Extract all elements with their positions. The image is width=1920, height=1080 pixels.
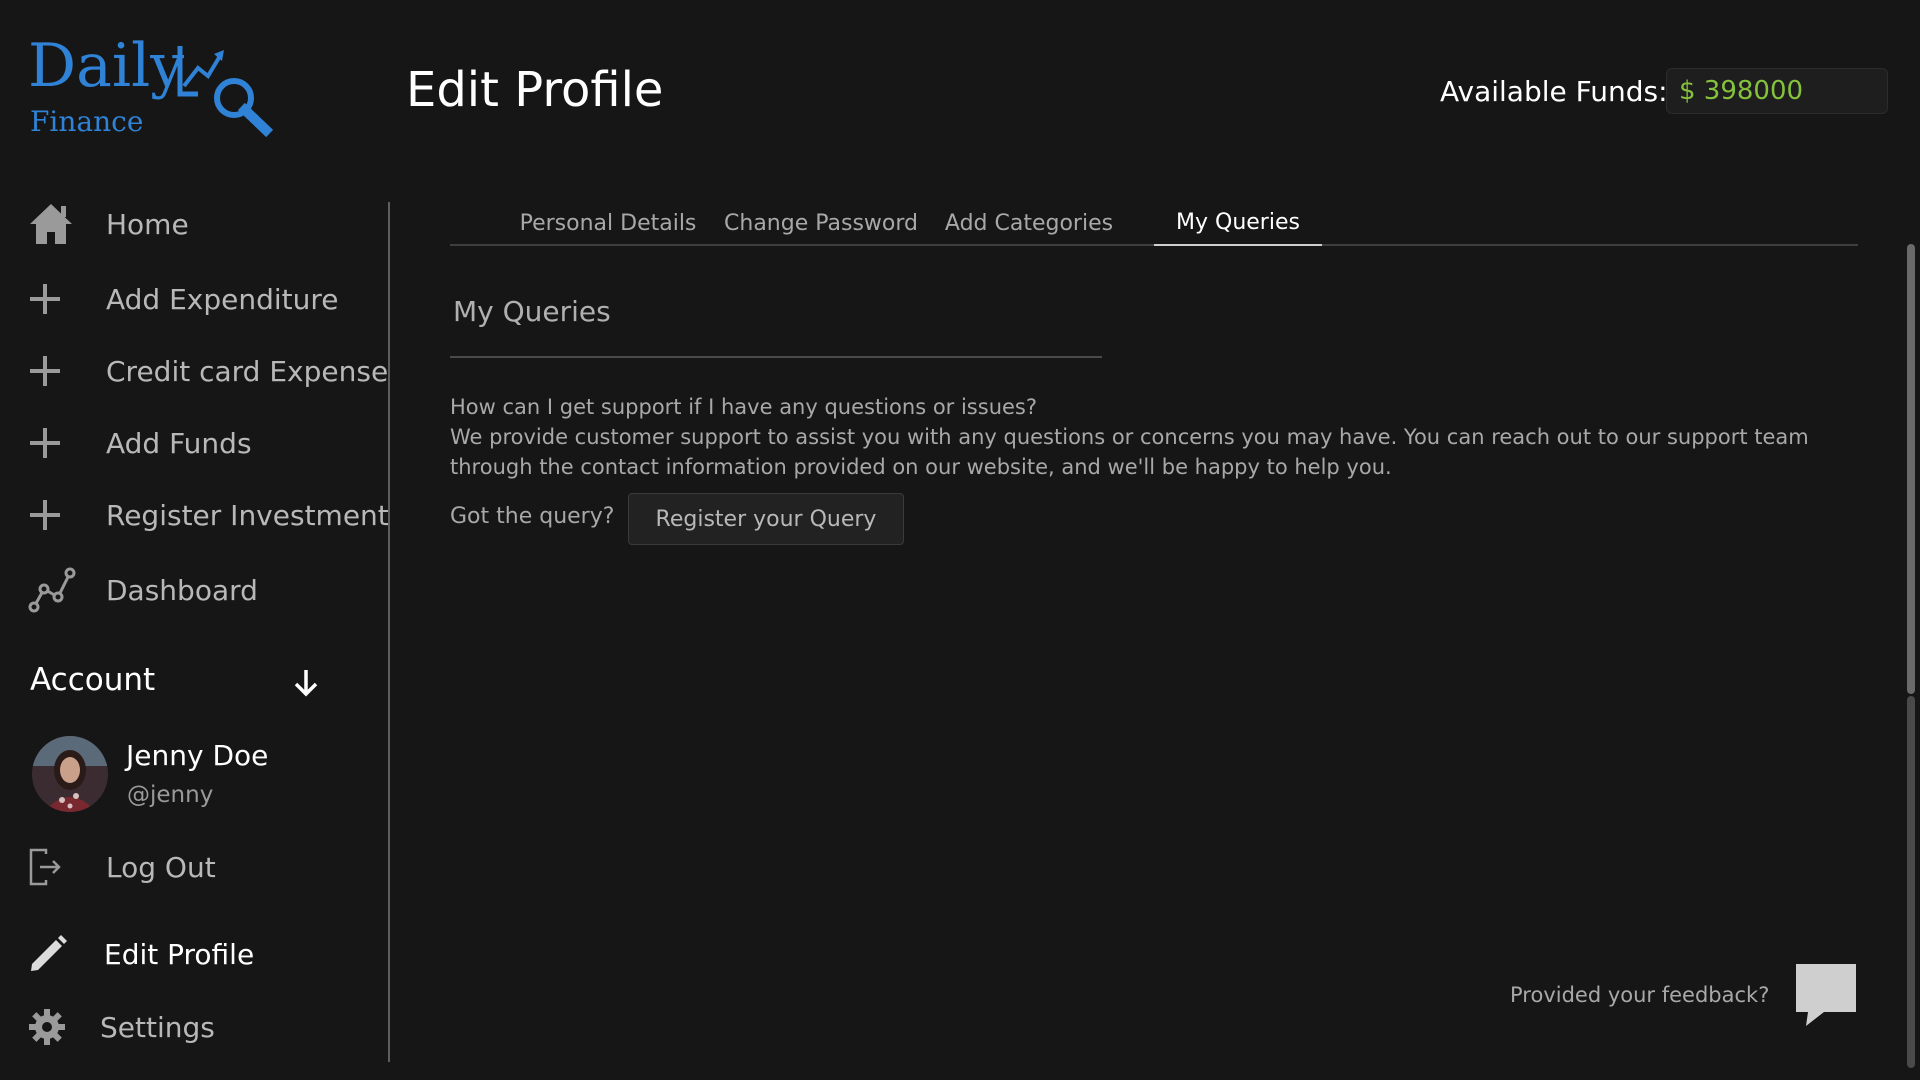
faq-answer: We provide customer support to assist yo… <box>450 425 1809 479</box>
plus-icon <box>28 419 76 467</box>
available-funds-label: Available Funds: <box>1440 75 1668 108</box>
tab-my-queries[interactable]: My Queries <box>1154 200 1322 246</box>
logo-text-finance: Finance <box>30 105 144 138</box>
sidebar-item-edit-profile[interactable]: Edit Profile <box>28 928 254 980</box>
chat-bubble-icon[interactable] <box>1794 962 1858 1028</box>
plus-icon <box>28 275 76 323</box>
sidebar-item-label: Edit Profile <box>104 937 255 971</box>
tab-personal-details[interactable]: Personal Details <box>520 200 697 246</box>
available-funds-value: $ 398000 <box>1679 76 1804 106</box>
gear-icon <box>28 1003 76 1051</box>
logout-icon <box>28 843 76 891</box>
user-handle: @jenny <box>127 782 214 808</box>
arrow-down-icon[interactable] <box>292 668 320 698</box>
sidebar-item-settings[interactable]: Settings <box>28 1001 215 1053</box>
pencil-icon <box>28 930 76 978</box>
section-divider <box>450 356 1102 358</box>
plus-icon <box>28 347 76 395</box>
section-title: My Queries <box>453 295 611 328</box>
sidebar-item-label: Register Investment <box>106 498 389 532</box>
user-name: Jenny Doe <box>126 739 269 772</box>
faq-question: How can I get support if I have any ques… <box>450 395 1038 419</box>
sidebar-item-label: Add Funds <box>106 426 252 460</box>
sidebar-item-label: Dashboard <box>106 573 258 607</box>
sidebar-divider <box>388 202 390 1062</box>
sidebar-item-dashboard[interactable]: Dashboard <box>28 564 258 616</box>
sidebar-item-add-funds[interactable]: Add Funds <box>28 417 252 469</box>
sidebar-item-home[interactable]: Home <box>28 198 189 250</box>
sidebar-item-label: Credit card Expense <box>106 354 389 388</box>
home-icon <box>28 200 76 248</box>
logo-chart-magnifier-icon <box>177 46 274 138</box>
sidebar-item-label: Add Expenditure <box>106 282 339 316</box>
scrollbar-track-lower <box>1907 696 1915 1068</box>
avatar-photo <box>32 736 108 812</box>
feedback-prompt-label: Provided your feedback? <box>1510 983 1770 1007</box>
query-prompt-label: Got the query? <box>450 504 615 529</box>
account-section-title: Account <box>30 662 156 698</box>
page-title: Edit Profile <box>406 62 664 118</box>
register-query-button[interactable]: Register your Query <box>628 493 904 545</box>
sidebar-item-label: Log Out <box>106 850 216 884</box>
avatar[interactable] <box>32 736 108 812</box>
scrollbar-thumb[interactable] <box>1907 244 1915 694</box>
sidebar-item-register-investment[interactable]: Register Investment <box>28 489 389 541</box>
sidebar-item-credit-card-expense[interactable]: Credit card Expense <box>28 345 388 397</box>
sidebar-item-label: Home <box>106 207 189 241</box>
profile-tabs: Personal Details Change Password Add Cat… <box>450 200 1858 246</box>
sidebar-item-log-out[interactable]: Log Out <box>28 841 216 893</box>
sidebar-item-label: Settings <box>100 1010 215 1044</box>
tab-add-categories[interactable]: Add Categories <box>945 200 1113 246</box>
plus-icon <box>28 491 76 539</box>
available-funds-display: $ 398000 <box>1666 68 1888 114</box>
sidebar-item-add-expenditure[interactable]: Add Expenditure <box>28 273 339 325</box>
tab-change-password[interactable]: Change Password <box>724 200 918 246</box>
line-chart-icon <box>28 566 76 614</box>
logo-text-daily: Daily <box>28 31 185 101</box>
